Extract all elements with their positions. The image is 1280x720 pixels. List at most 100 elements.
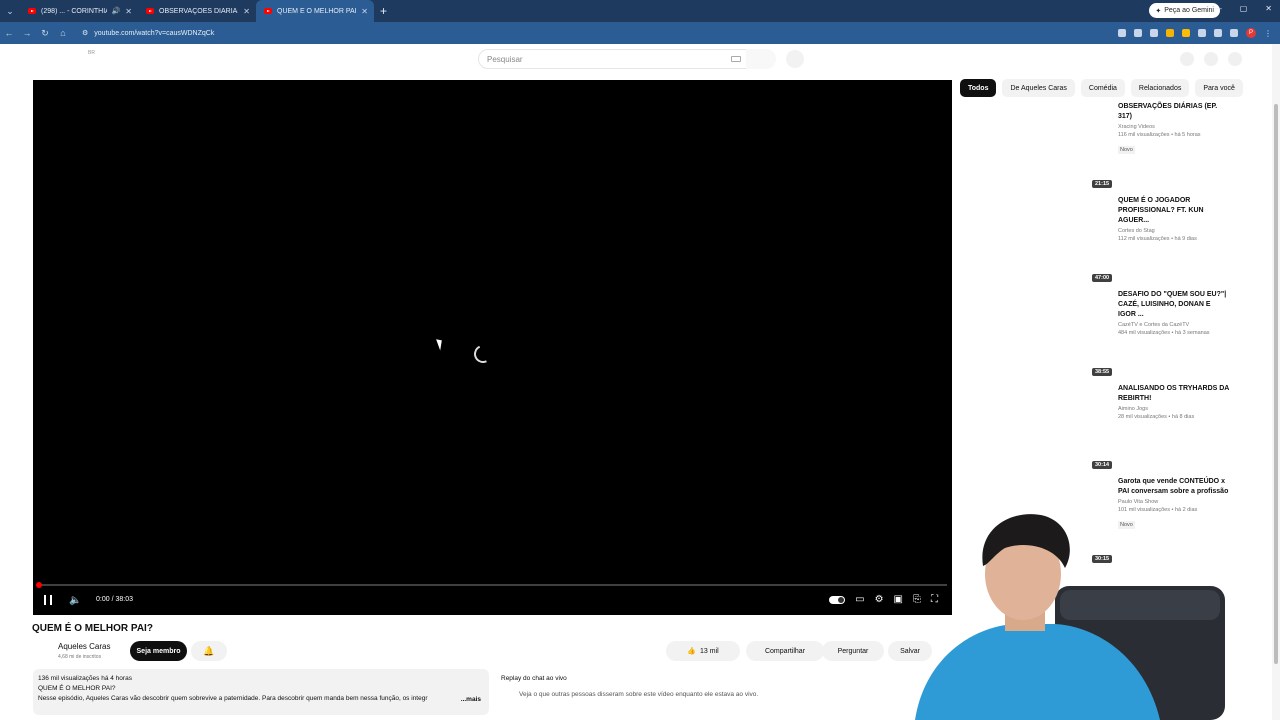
autoplay-toggle[interactable] <box>829 595 846 604</box>
rec-channel: Xracing Videos <box>1118 124 1155 130</box>
profile-avatar[interactable]: P <box>1246 28 1256 38</box>
duration-badge: 38:55 <box>1092 368 1113 376</box>
chat-replay-title: Replay do chat ao vivo <box>501 675 567 682</box>
rec-title: OBSERVAÇÕES DIÁRIAS (EP. 317) <box>1118 103 1218 120</box>
channel-name[interactable]: Aqueles Caras <box>58 642 110 651</box>
subtitles-icon[interactable]: ▭ <box>855 594 864 605</box>
extension-icon[interactable] <box>1166 29 1174 37</box>
header-icons <box>1180 52 1242 66</box>
extension-icon[interactable] <box>1182 29 1190 37</box>
youtube-favicon-icon <box>28 8 36 14</box>
close-tab-icon[interactable]: ✕ <box>361 7 368 16</box>
browser-tab-1[interactable]: (298) ... - CORINTHIANS 2/ 🔊 ✕ <box>20 0 138 22</box>
keyboard-icon[interactable] <box>731 56 741 62</box>
forward-icon[interactable]: → <box>18 28 36 38</box>
browser-tab-strip: ⌄ (298) ... - CORINTHIANS 2/ 🔊 ✕ OBSERVA… <box>0 0 1280 22</box>
tab-search-icon[interactable]: ⌄ <box>0 0 20 22</box>
rec-channel: Cortes do Stag <box>1118 228 1155 234</box>
scrubber-handle[interactable] <box>36 582 42 588</box>
chat-replay-subtitle: Veja o que outras pessoas disseram sobre… <box>519 691 759 698</box>
join-button[interactable]: Seja membro <box>130 641 187 661</box>
player-controls: 🔈 0:00 / 38:03 ▭ ⚙ ▣ ⎘ ⛶ <box>33 590 952 612</box>
miniplayer-icon[interactable]: ▣ <box>894 594 903 605</box>
account-avatar[interactable] <box>1228 52 1242 66</box>
description-text: Nesse episódio, Aqueles Caras vão descob… <box>38 695 428 702</box>
search-input[interactable]: Pesquisar <box>478 49 756 69</box>
browser-menu-icon[interactable]: ⋮ <box>1264 29 1272 38</box>
mic-icon[interactable] <box>786 50 804 68</box>
duration-badge: 30:14 <box>1092 461 1113 469</box>
home-icon[interactable]: ⌂ <box>54 28 72 38</box>
description-box[interactable]: 136 mil visualizações há 4 horas QUEM É … <box>33 669 489 715</box>
browser-tab-2[interactable]: OBSERVAÇÕES DIÁRIAS (EP. 31 ✕ <box>138 0 256 22</box>
maximize-icon[interactable]: ▢ <box>1240 4 1248 13</box>
share-button[interactable]: Compartilhar <box>746 641 824 661</box>
rec-meta: 28 mil visualizações • há 8 dias <box>1118 414 1195 420</box>
address-bar-row: ← → ↻ ⌂ ⚙ youtube.com/watch?v=causWDNZqC… <box>0 22 1280 44</box>
browser-tab-3[interactable]: QUEM É O MELHOR PAI? - You ✕ <box>256 0 374 22</box>
page-scrollbar[interactable] <box>1272 44 1280 720</box>
extension-icon[interactable] <box>1150 29 1158 37</box>
sparkle-icon: ✦ <box>1155 7 1162 15</box>
duration-badge: 47:00 <box>1092 274 1113 282</box>
rec-meta: 484 mil visualizações • há 3 semanas <box>1118 330 1210 336</box>
youtube-logo[interactable]: BR <box>88 50 95 56</box>
chat-replay-box[interactable]: Replay do chat ao vivo Veja o que outras… <box>493 669 953 715</box>
rec-channel: Paulo Vita Show <box>1118 499 1159 505</box>
description-stats: 136 mil visualizações há 4 horas <box>38 675 132 682</box>
rec-title: DESAFIO DO "QUEM SOU EU?"| CAZÉ, LUISINH… <box>1118 291 1227 318</box>
install-icon[interactable] <box>1118 29 1126 37</box>
extension-icon[interactable] <box>1198 29 1206 37</box>
more-link[interactable]: ...mais <box>461 695 481 705</box>
settings-gear-icon[interactable]: ⚙ <box>875 594 884 605</box>
search-button[interactable] <box>746 49 776 69</box>
volume-icon[interactable]: 🔈 <box>69 595 81 606</box>
description-title: QUEM É O MELHOR PAI? <box>38 685 116 692</box>
gemini-label: Peça ao Gemini <box>1164 7 1214 14</box>
url-field[interactable]: ⚙ youtube.com/watch?v=causWDNZqCk <box>76 25 1036 41</box>
extensions-area: P ⋮ <box>1118 28 1272 38</box>
tab-title: (298) ... - CORINTHIANS 2/ <box>41 7 107 15</box>
search-placeholder: Pesquisar <box>487 54 523 64</box>
speaker-icon[interactable]: 🔊 <box>112 7 121 15</box>
bell-icon[interactable]: 🔔 <box>191 641 227 661</box>
new-tab-button[interactable]: + <box>374 4 393 18</box>
site-info-icon[interactable]: ⚙ <box>82 29 88 37</box>
related-filter-chips: Todos De Aqueles Caras Comédia Relaciona… <box>960 79 1243 97</box>
like-count: 13 mil <box>700 647 719 655</box>
chip-all[interactable]: Todos <box>960 79 997 97</box>
url-text: youtube.com/watch?v=causWDNZqCk <box>94 29 215 37</box>
close-tab-icon[interactable]: ✕ <box>243 7 250 16</box>
progress-bar[interactable] <box>36 582 947 588</box>
extensions-puzzle-icon[interactable] <box>1214 29 1222 37</box>
close-window-icon[interactable]: ✕ <box>1265 4 1272 13</box>
sidebar-icon[interactable] <box>1230 29 1238 37</box>
rec-title: Garota que vende CONTEÚDO x PAI conversa… <box>1118 478 1229 495</box>
like-button[interactable]: 👍 13 mil <box>666 641 740 661</box>
chip-comedy[interactable]: Comédia <box>1080 79 1125 97</box>
close-tab-icon[interactable]: ✕ <box>125 7 132 16</box>
subscriber-count: 4,68 mi de inscritos <box>58 654 102 660</box>
chip-related[interactable]: Relacionados <box>1130 79 1190 97</box>
chip-for-you[interactable]: Para você <box>1195 79 1243 97</box>
rec-meta: 116 mil visualizações • há 5 horas <box>1118 132 1201 138</box>
tab-title: QUEM É O MELHOR PAI? - You <box>277 7 356 15</box>
window-controls: — ▢ ✕ <box>1214 4 1272 13</box>
chip-channel[interactable]: De Aqueles Caras <box>1002 79 1075 97</box>
rec-meta: 112 mil visualizações • há 9 dias <box>1118 236 1197 242</box>
duration-badge: 21:15 <box>1092 180 1113 188</box>
notifications-icon[interactable] <box>1204 52 1218 66</box>
scrollbar-thumb[interactable] <box>1274 104 1278 664</box>
reload-icon[interactable]: ↻ <box>36 28 54 39</box>
gemini-button[interactable]: ✦ Peça ao Gemini <box>1149 3 1220 18</box>
back-icon[interactable]: ← <box>0 28 18 38</box>
new-badge: Novo <box>1118 146 1135 154</box>
create-icon[interactable] <box>1180 52 1194 66</box>
pause-icon[interactable] <box>44 595 52 605</box>
bookmark-star-icon[interactable] <box>1134 29 1142 37</box>
rec-channel: Aimino Jogs <box>1118 406 1148 412</box>
minimize-icon[interactable]: — <box>1214 4 1222 13</box>
chair-headrest <box>1060 590 1220 620</box>
video-player[interactable] <box>33 80 952 615</box>
ask-button[interactable]: Perguntar <box>822 641 884 661</box>
